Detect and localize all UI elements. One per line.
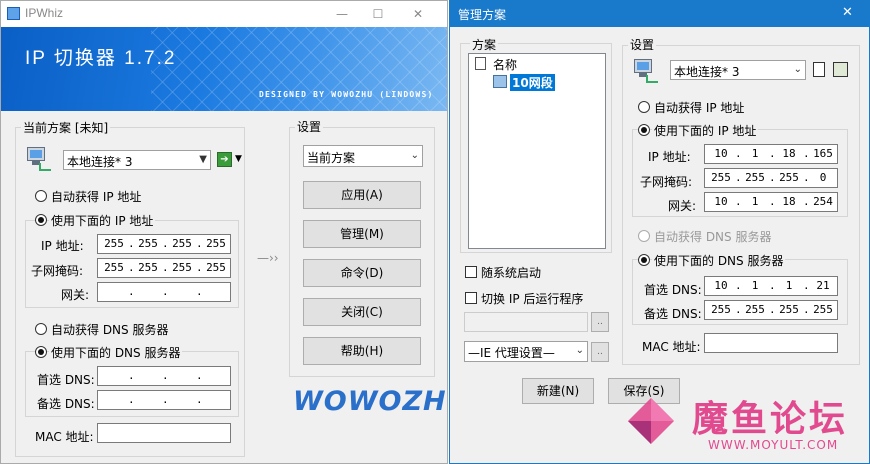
mac-label: MAC 地址: — [35, 430, 94, 444]
gateway-label: 网关: — [61, 288, 90, 302]
app-icon — [7, 7, 20, 20]
run-after-label: 切换 IP 后运行程序 — [481, 292, 584, 306]
ip-address-field[interactable]: 10. 1. 18. 165 — [704, 144, 838, 164]
copy-icon[interactable] — [813, 62, 825, 77]
watermark-url: WWW.MOYULT.COM — [708, 438, 839, 452]
help-button[interactable]: 帮助(H) — [303, 337, 421, 365]
scheme-select[interactable]: 当前方案 ⌄ — [303, 145, 423, 167]
new-button[interactable]: 新建(N) — [522, 378, 594, 404]
mac-field[interactable] — [704, 333, 838, 353]
title-bar: IPWhiz — ☐ ✕ — [1, 1, 447, 27]
ip-label: IP 地址: — [648, 150, 691, 164]
minimize-button[interactable]: — — [327, 4, 357, 24]
auto-ip-radio[interactable] — [638, 101, 650, 113]
scheme-tree[interactable]: 名称 10网段 — [468, 53, 606, 249]
dropdown-arrow-icon[interactable]: ▼ — [235, 154, 242, 164]
auto-ip-label: 自动获得 IP 地址 — [654, 101, 745, 115]
mac-field[interactable] — [97, 423, 231, 443]
startup-label: 随系统启动 — [481, 266, 542, 280]
gateway-field[interactable]: 10. 1. 18. 254 — [704, 192, 838, 212]
adapter-select[interactable]: 本地连接* 3 ⌄ — [670, 60, 806, 80]
manual-dns-radio[interactable] — [35, 346, 47, 358]
ip-address-field[interactable]: 255. 255. 255. 255 — [97, 234, 231, 254]
document-icon — [475, 57, 486, 70]
manual-ip-label: 使用下面的 IP 地址 — [652, 122, 759, 139]
banner-subtitle: DESIGNED BY WOWOZHU (LINDOWS) — [259, 90, 434, 99]
manual-ip-radio[interactable] — [638, 124, 650, 136]
command-button[interactable]: 命令(D) — [303, 259, 421, 287]
window-title: 管理方案 — [458, 8, 507, 22]
go-arrow-icon[interactable]: ➔ — [217, 152, 232, 167]
dns2-label: 备选 DNS: — [37, 397, 95, 411]
title-bar: 管理方案 ✕ — [450, 1, 869, 27]
banner: IP 切换器 1.7.2 DESIGNED BY WOWOZHU (LINDOW… — [1, 27, 447, 111]
network-adapter-icon — [630, 57, 660, 85]
settings-label: 设置 — [628, 36, 657, 53]
chevron-down-icon: ⌄ — [793, 64, 802, 75]
gateway-field[interactable]: ... — [97, 282, 231, 302]
auto-dns-label: 自动获得 DNS 服务器 — [51, 323, 169, 337]
refresh-icon[interactable] — [833, 62, 848, 77]
scheme-label: 方案 — [470, 36, 499, 53]
settings-label: 设置 — [295, 118, 324, 135]
watermark: 魔鱼论坛 WWW.MOYULT.COM — [626, 390, 870, 464]
auto-ip-label: 自动获得 IP 地址 — [51, 190, 142, 204]
manual-dns-label: 使用下面的 DNS 服务器 — [652, 252, 786, 269]
auto-dns-radio[interactable] — [638, 230, 650, 242]
current-scheme-label: 当前方案 [未知] — [21, 119, 111, 136]
proxy-select[interactable]: —IE 代理设置— ⌄ — [464, 341, 588, 362]
chevron-down-icon: ⌄ — [575, 345, 584, 356]
dns2-field[interactable]: ... — [97, 390, 231, 410]
auto-dns-label: 自动获得 DNS 服务器 — [654, 230, 772, 244]
ip-label: IP 地址: — [41, 239, 84, 253]
manual-dns-label: 使用下面的 DNS 服务器 — [49, 344, 183, 361]
startup-checkbox[interactable] — [465, 266, 477, 278]
dns2-label: 备选 DNS: — [644, 307, 702, 321]
mask-label: 子网掩码: — [31, 264, 84, 278]
close-app-button[interactable]: 关闭(C) — [303, 298, 421, 326]
dns1-label: 首选 DNS: — [37, 373, 95, 387]
watermark-text: 魔鱼论坛 — [692, 399, 849, 440]
run-after-checkbox[interactable] — [465, 292, 477, 304]
tree-item-10-segment[interactable]: 10网段 — [510, 74, 555, 91]
wowozhu-logo: WOWOZHU — [293, 386, 447, 417]
chevron-down-icon: ⌄ — [410, 150, 419, 161]
proxy-settings-button[interactable]: .. — [591, 342, 609, 362]
ipwhiz-window: IPWhiz — ☐ ✕ IP 切换器 1.7.2 DESIGNED BY WO… — [0, 0, 448, 464]
kite-logo-icon — [628, 398, 674, 444]
mask-label: 子网掩码: — [640, 175, 693, 189]
program-path-input[interactable] — [464, 312, 588, 332]
close-button[interactable]: ✕ — [842, 5, 853, 20]
mac-label: MAC 地址: — [642, 340, 701, 354]
window-title: IPWhiz — [25, 6, 64, 20]
dns2-field[interactable]: 255. 255. 255. 255 — [704, 300, 838, 320]
gateway-label: 网关: — [668, 199, 697, 213]
network-icon — [493, 75, 507, 88]
manual-dns-radio[interactable] — [638, 254, 650, 266]
tree-root[interactable]: 名称 — [493, 56, 517, 73]
adapter-select[interactable]: 本地连接* 3 ▼ — [63, 150, 211, 170]
manual-ip-label: 使用下面的 IP 地址 — [49, 212, 156, 229]
dns1-field[interactable]: ... — [97, 366, 231, 386]
manage-button[interactable]: 管理(M) — [303, 220, 421, 248]
network-adapter-icon — [23, 145, 53, 173]
maximize-button[interactable]: ☐ — [363, 4, 393, 24]
banner-title: IP 切换器 1.7.2 — [25, 48, 177, 69]
chevron-down-icon: ▼ — [199, 154, 207, 165]
manual-ip-radio[interactable] — [35, 214, 47, 226]
auto-dns-radio[interactable] — [35, 323, 47, 335]
dns1-label: 首选 DNS: — [644, 283, 702, 297]
apply-button[interactable]: 应用(A) — [303, 181, 421, 209]
dns1-field[interactable]: 10. 1. 1. 21 — [704, 276, 838, 296]
subnet-mask-field[interactable]: 255. 255. 255. 0 — [704, 168, 838, 188]
browse-button[interactable]: .. — [591, 312, 609, 332]
arrow-decoration: —›› — [257, 251, 279, 265]
close-button[interactable]: ✕ — [403, 4, 433, 24]
subnet-mask-field[interactable]: 255. 255. 255. 255 — [97, 258, 231, 278]
auto-ip-radio[interactable] — [35, 190, 47, 202]
